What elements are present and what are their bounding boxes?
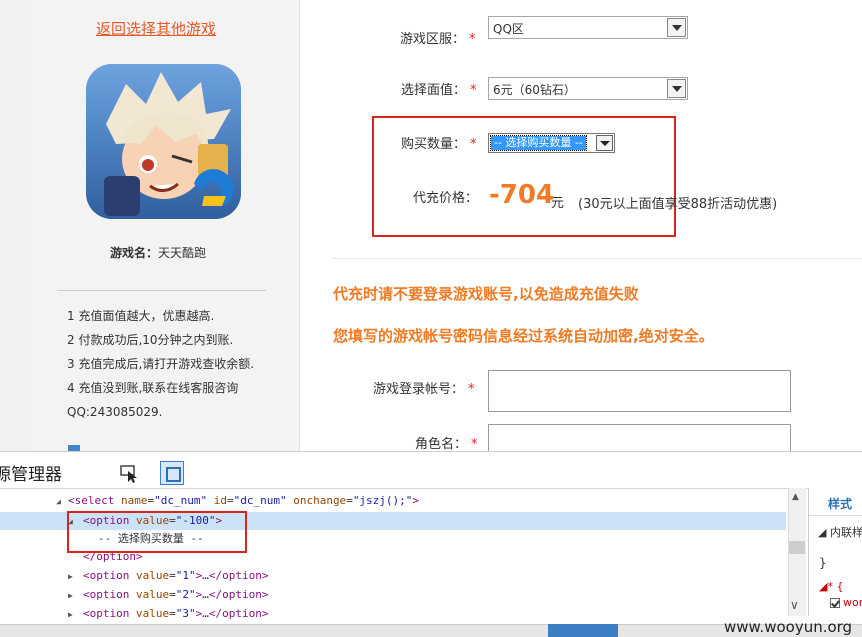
- game-name-value: 天天酷跑: [158, 246, 207, 260]
- face-value-select[interactable]: 6元（60钻石）: [488, 77, 688, 100]
- chevron-down-icon: [667, 79, 686, 98]
- quantity-select[interactable]: -- 选择购买数量 --: [488, 133, 615, 153]
- quantity-label: 购买数量： *: [401, 137, 477, 152]
- divider: [333, 258, 862, 259]
- face-value-label: 选择面值： *: [401, 83, 477, 98]
- role-label: 角色名： *: [415, 437, 478, 451]
- style-rule: ◢* {: [819, 580, 844, 593]
- highlight-element-icon[interactable]: [160, 461, 184, 485]
- account-input[interactable]: [488, 370, 791, 412]
- dom-line-option-3[interactable]: <option value="3">…</option>: [83, 605, 268, 623]
- watermark: www.wooyun.org: [724, 618, 853, 636]
- dom-line-option-1[interactable]: <option value="1">…</option>: [83, 567, 268, 585]
- note-item: 4 充值没到账,联系在线客服咨询: [67, 381, 239, 395]
- styles-pane: 样式 ◢ 内联样式 } ◢* { wor: [808, 488, 862, 616]
- note-item: QQ:243085029.: [67, 405, 163, 419]
- highlight-box: [67, 511, 247, 553]
- scroll-thumb[interactable]: [789, 541, 805, 554]
- chevron-down-icon: [596, 135, 613, 151]
- game-icon: [86, 64, 241, 219]
- role-input[interactable]: [488, 424, 791, 451]
- style-property: wor: [843, 596, 862, 609]
- game-name-label: 游戏名：: [110, 246, 159, 260]
- face-value-select-value: 6元（60钻石）: [493, 83, 576, 97]
- chevron-down-icon: [667, 18, 686, 37]
- tab-styles[interactable]: 样式: [828, 495, 852, 512]
- property-checkbox[interactable]: [830, 598, 840, 608]
- scroll-down-icon[interactable]: ∨: [790, 598, 799, 612]
- select-element-icon[interactable]: [118, 462, 140, 484]
- warning-text: 代充时请不要登录游戏账号,以免造成充值失败: [333, 285, 639, 303]
- notes-list: 1 充值面值越大，优惠越高. 2 付款成功后,10分钟之内到账. 3 充值完成后…: [67, 304, 254, 424]
- dom-line-select[interactable]: <select name="dc_num" id="dc_num" onchan…: [68, 492, 419, 510]
- back-to-games-link[interactable]: 返回选择其他游戏: [96, 18, 216, 39]
- security-text: 您填写的游戏帐号密码信息经过系统自动加密,绝对安全。: [333, 327, 714, 345]
- inline-style-label: ◢ 内联样式: [818, 526, 862, 539]
- dom-line-option-2[interactable]: <option value="2">…</option>: [83, 586, 268, 604]
- note-item: 2 付款成功后,10分钟之内到账.: [67, 333, 234, 347]
- price-value: -704: [489, 180, 555, 210]
- devtools-title: 源管理器: [0, 465, 62, 485]
- divider: [809, 515, 862, 516]
- price-note: (30元以上面值享受88折活动优惠): [578, 197, 778, 212]
- breadcrumb-current[interactable]: [548, 624, 618, 637]
- quantity-select-value: -- 选择购买数量 --: [490, 135, 587, 151]
- price-unit: 元: [551, 196, 565, 211]
- server-select[interactable]: QQ区: [488, 16, 688, 39]
- price-label: 代充价格：: [413, 191, 479, 206]
- account-label: 游戏登录帐号： *: [373, 382, 475, 397]
- game-name: 游戏名：天天酷跑: [110, 244, 206, 261]
- scroll-up-icon[interactable]: ▲: [792, 492, 799, 502]
- style-brace: }: [819, 556, 827, 570]
- note-item: 3 充值完成后,请打开游戏查收余额.: [67, 357, 255, 371]
- divider: [57, 290, 266, 291]
- server-label: 游戏区服： *: [400, 32, 476, 47]
- note-item: 1 充值面值越大，优惠越高.: [67, 309, 215, 323]
- server-select-value: QQ区: [493, 22, 524, 36]
- recharge-page: 返回选择其他游戏 游戏名：天天酷跑 1 充值面值越大，优惠越高. 2 付款成功后…: [0, 0, 862, 451]
- dom-tree: ◢ <select name="dc_num" id="dc_num" onch…: [0, 488, 788, 625]
